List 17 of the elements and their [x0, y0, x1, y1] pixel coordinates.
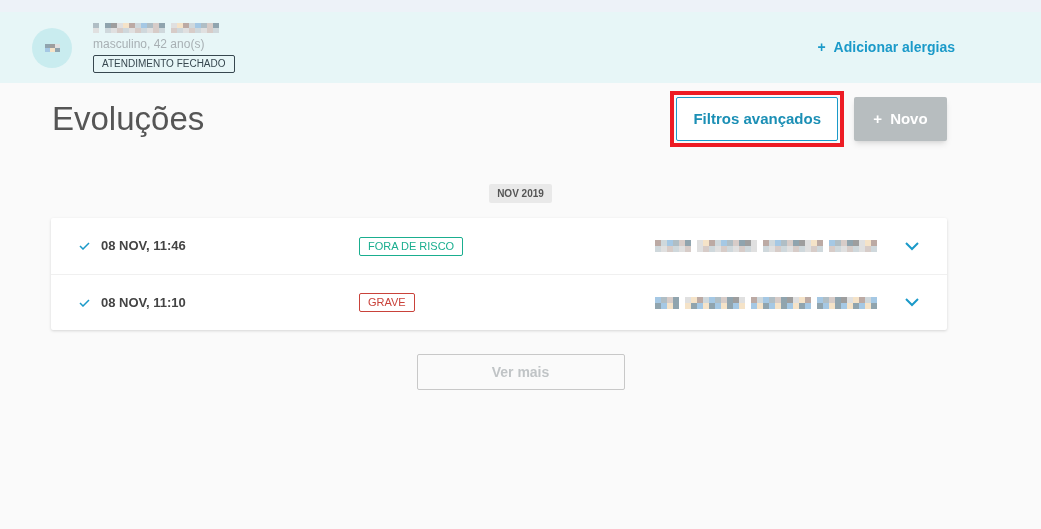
entry-datetime: 08 NOV, 11:46: [101, 237, 187, 256]
avatar-initials-drawing: [44, 43, 60, 52]
chevron-down-icon[interactable]: [905, 241, 919, 251]
page-title: Evoluções: [52, 99, 205, 140]
chevron-down-icon[interactable]: [905, 298, 919, 307]
check-icon: [79, 242, 90, 250]
status-badge: ATENDIMENTO FECHADO: [93, 54, 235, 73]
entry-row[interactable]: 08 NOV, 11:10 GRAVE: [51, 274, 947, 330]
status-tag: FORA DE RISCO: [359, 236, 464, 256]
patient-details: masculino, 42 ano(s): [93, 35, 206, 53]
entry-row[interactable]: 08 NOV, 11:46 FORA DE RISCO: [51, 218, 947, 274]
month-label: NOV 2019: [489, 184, 552, 203]
add-allergies-link[interactable]: + Adicionar alergias: [817, 37, 955, 58]
entry-datetime: 08 NOV, 11:10: [101, 293, 187, 312]
status-tag: GRAVE: [359, 293, 415, 312]
check-icon: [79, 298, 90, 307]
advanced-filters-button[interactable]: Filtros avançados: [676, 97, 838, 141]
